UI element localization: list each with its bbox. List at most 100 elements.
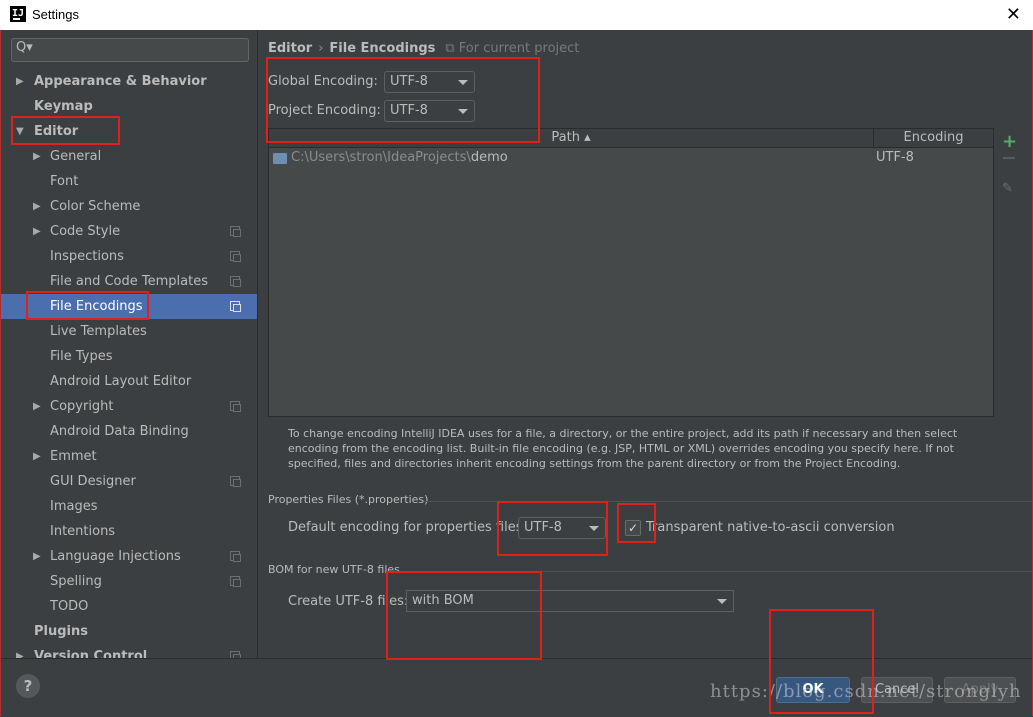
sidebar-item-file-encodings[interactable]: File Encodings	[1, 294, 257, 319]
sidebar-item-android-data-binding[interactable]: Android Data Binding	[1, 419, 257, 444]
add-path-icon[interactable]: +	[1002, 131, 1017, 152]
expand-arrow-icon[interactable]: ▶	[33, 444, 41, 469]
global-encoding-select[interactable]: UTF-8	[384, 71, 475, 93]
transparent-conversion-label[interactable]: Transparent native-to-ascii conversion	[646, 520, 895, 535]
sidebar-item-emmet[interactable]: ▶ Emmet	[1, 444, 257, 469]
sidebar-item-inspections[interactable]: Inspections	[1, 244, 257, 269]
sidebar-item-editor[interactable]: ▼ Editor	[1, 119, 257, 144]
column-header-encoding[interactable]: Encoding	[874, 129, 993, 147]
sidebar-item-label: Copyright	[50, 399, 114, 414]
sidebar-item-images[interactable]: Images	[1, 494, 257, 519]
sidebar-item-gui-designer[interactable]: GUI Designer	[1, 469, 257, 494]
sidebar-item-file-code-templates[interactable]: File and Code Templates	[1, 269, 257, 294]
row-path-cell: C:\Users\stron\IdeaProjects\demo	[291, 150, 508, 165]
project-scope-icon	[230, 651, 241, 658]
sidebar-item-label: TODO	[50, 599, 89, 614]
properties-encoding-value: UTF-8	[524, 520, 562, 535]
sidebar-item-label: GUI Designer	[50, 474, 136, 489]
project-encoding-select[interactable]: UTF-8	[384, 100, 475, 122]
default-properties-encoding-label: Default encoding for properties files:	[288, 520, 527, 535]
project-scope-icon	[230, 276, 241, 287]
sidebar-item-label: File Encodings	[50, 299, 143, 314]
expand-arrow-icon[interactable]: ▶	[33, 194, 41, 219]
create-utf8-files-select[interactable]: with BOM	[406, 590, 734, 612]
breadcrumb-separator: ›	[318, 41, 324, 56]
sidebar-item-label: Keymap	[34, 99, 93, 114]
settings-search-input[interactable]: Q▾	[11, 38, 249, 62]
properties-section-title: Properties Files (*.properties)	[268, 493, 429, 506]
project-encoding-label: Project Encoding:	[268, 103, 381, 118]
create-utf8-files-value: with BOM	[412, 593, 474, 608]
sidebar-item-font[interactable]: Font	[1, 169, 257, 194]
collapse-arrow-icon[interactable]: ▼	[16, 119, 24, 144]
row-encoding-cell[interactable]: UTF-8	[876, 149, 914, 167]
section-divider	[424, 501, 1032, 502]
sidebar-item-color-scheme[interactable]: ▶ Color Scheme	[1, 194, 257, 219]
create-utf8-files-label: Create UTF-8 files:	[288, 594, 409, 609]
sidebar-item-label: Editor	[34, 124, 79, 139]
sidebar-item-code-style[interactable]: ▶ Code Style	[1, 219, 257, 244]
sidebar-item-label: Live Templates	[50, 324, 147, 339]
path-encoding-table[interactable]: Path ▴ Encoding C:\Users\stron\IdeaProje…	[268, 128, 994, 417]
sidebar-item-label: Spelling	[50, 574, 102, 589]
sidebar-item-android-layout-editor[interactable]: Android Layout Editor	[1, 369, 257, 394]
dropdown-caret-icon	[589, 526, 599, 531]
sidebar-item-file-types[interactable]: File Types	[1, 344, 257, 369]
settings-sidebar: Q▾ ▶ Appearance & Behavior Keymap ▼ Edit…	[1, 30, 258, 658]
sidebar-item-label: Android Data Binding	[50, 424, 189, 439]
sidebar-item-label: Plugins	[34, 624, 88, 639]
sidebar-item-label: Intentions	[50, 524, 116, 539]
remove-path-icon[interactable]	[1003, 157, 1015, 159]
bom-section-title: BOM for new UTF-8 files	[268, 563, 400, 576]
sidebar-item-general[interactable]: ▶ General	[1, 144, 257, 169]
title-bar: IJ Settings ✕	[0, 0, 1033, 30]
sidebar-item-label: Android Layout Editor	[50, 374, 192, 389]
column-header-path[interactable]: Path ▴	[269, 129, 874, 147]
sidebar-item-label: Color Scheme	[50, 199, 141, 214]
help-icon[interactable]: ?	[16, 674, 40, 698]
sidebar-item-label: Images	[50, 499, 98, 514]
row-path-prefix: C:\Users\stron\IdeaProjects\	[291, 150, 471, 165]
expand-arrow-icon[interactable]: ▶	[33, 219, 41, 244]
sidebar-item-label: Emmet	[50, 449, 97, 464]
expand-arrow-icon[interactable]: ▶	[16, 69, 24, 94]
sidebar-item-label: File Types	[50, 349, 113, 364]
dropdown-caret-icon	[458, 80, 468, 85]
search-icon[interactable]: Q▾	[16, 40, 33, 55]
sidebar-item-copyright[interactable]: ▶ Copyright	[1, 394, 257, 419]
project-scope-icon	[230, 476, 241, 487]
expand-arrow-icon[interactable]: ▶	[16, 644, 24, 658]
sidebar-item-label: Version Control	[34, 649, 148, 658]
breadcrumb-scope-note: ⧉ For current project	[445, 41, 580, 56]
project-scope-icon	[230, 576, 241, 587]
expand-arrow-icon[interactable]: ▶	[33, 144, 41, 169]
sidebar-item-label: Appearance & Behavior	[34, 74, 207, 89]
project-scope-icon	[230, 401, 241, 412]
sidebar-item-appearance-behavior[interactable]: ▶ Appearance & Behavior	[1, 69, 257, 94]
sidebar-item-language-injections[interactable]: ▶ Language Injections	[1, 544, 257, 569]
project-scope-icon	[230, 301, 241, 312]
close-window-button[interactable]: ✕	[1006, 4, 1021, 25]
global-encoding-label: Global Encoding:	[268, 74, 378, 89]
properties-encoding-select[interactable]: UTF-8	[518, 517, 606, 539]
expand-arrow-icon[interactable]: ▶	[33, 544, 41, 569]
encoding-info-text: To change encoding IntelliJ IDEA uses fo…	[288, 427, 958, 470]
sidebar-item-plugins[interactable]: Plugins	[1, 619, 257, 644]
sidebar-item-version-control[interactable]: ▶ Version Control	[1, 644, 257, 658]
row-path-name: demo	[470, 150, 508, 165]
transparent-conversion-checkbox[interactable]: ✓	[625, 520, 641, 536]
breadcrumb-editor[interactable]: Editor	[268, 41, 312, 56]
project-scope-icon	[230, 551, 241, 562]
sidebar-item-intentions[interactable]: Intentions	[1, 519, 257, 544]
sidebar-item-spelling[interactable]: Spelling	[1, 569, 257, 594]
edit-path-icon[interactable]: ✎	[1002, 181, 1013, 196]
table-row[interactable]: C:\Users\stron\IdeaProjects\demo	[273, 149, 508, 167]
table-header: Path ▴ Encoding	[269, 129, 993, 148]
sidebar-item-todo[interactable]: TODO	[1, 594, 257, 619]
expand-arrow-icon[interactable]: ▶	[33, 394, 41, 419]
watermark-text: https://blog.csdn.net/stronglyh	[710, 681, 1022, 702]
highlight-box-bom	[386, 571, 542, 660]
global-encoding-value: UTF-8	[390, 74, 428, 89]
sidebar-item-keymap[interactable]: Keymap	[1, 94, 257, 119]
sidebar-item-live-templates[interactable]: Live Templates	[1, 319, 257, 344]
